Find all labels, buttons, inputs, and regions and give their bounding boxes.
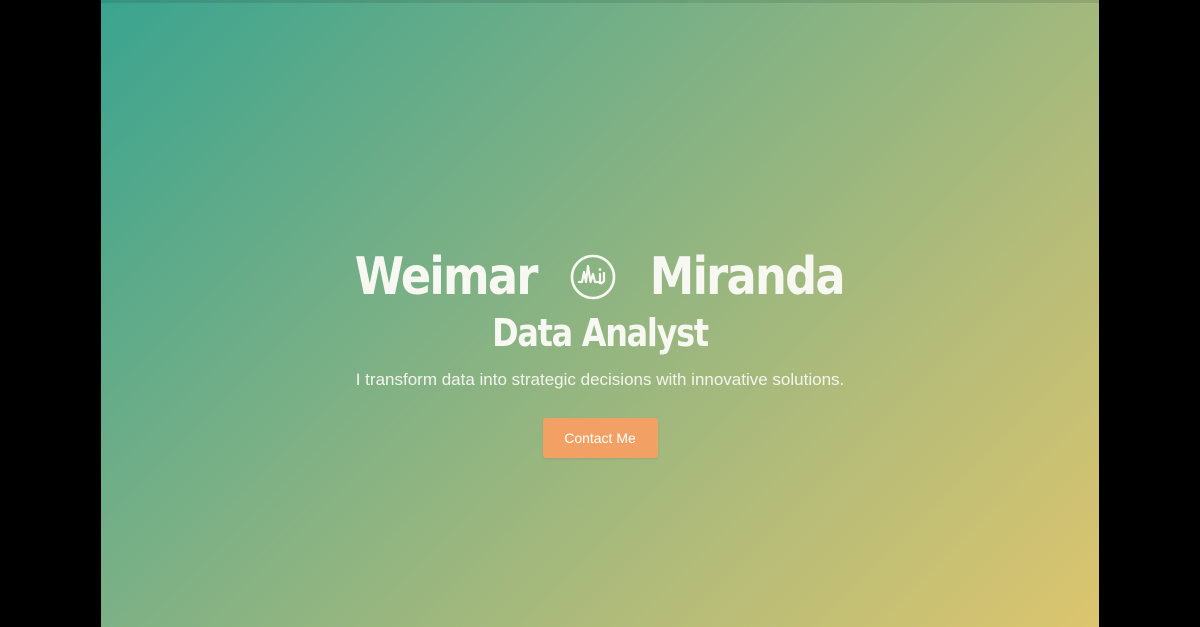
- contact-me-button[interactable]: Contact Me: [542, 418, 658, 458]
- first-name: Weimar: [355, 247, 539, 307]
- hero-section: Weimar Miranda Data Analyst I transform …: [101, 0, 1099, 627]
- wm-signature-logo-icon: [570, 254, 616, 300]
- last-name: Miranda: [649, 247, 846, 307]
- tagline: I transform data into strategic decision…: [355, 370, 845, 389]
- role-subtitle: Data Analyst: [492, 311, 709, 355]
- page-title: Weimar Miranda: [101, 242, 1099, 312]
- hero-content: Weimar Miranda Data Analyst I transform …: [101, 242, 1099, 458]
